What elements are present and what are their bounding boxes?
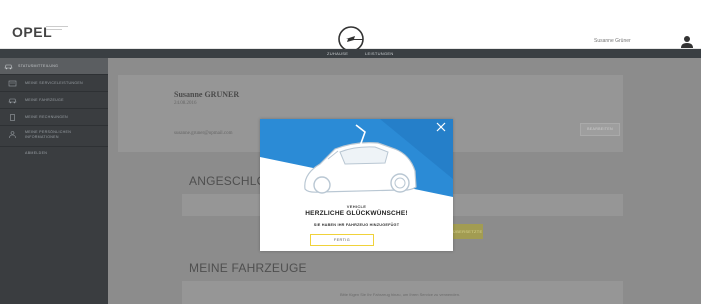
sidebar-item-services[interactable]: MEINE SERVICELEISTUNGEN	[0, 75, 108, 92]
nav-home[interactable]: ZUHAUSE	[327, 51, 348, 56]
sidebar-item-logout[interactable]: ABMELDEN	[0, 147, 108, 164]
modal-title: HERZLICHE GLÜCKWÜNSCHE!	[305, 210, 408, 217]
profile-email: susanne.gruner@opmail.com	[174, 131, 233, 136]
sidebar-title: STATUSMITTEILUNG	[18, 64, 59, 68]
car-icon	[8, 98, 17, 104]
user-icon[interactable]	[680, 35, 694, 49]
sidebar-item-label: MEINE RECHNUNGEN	[25, 115, 68, 119]
sidebar: STATUSMITTEILUNG MEINE SERVICELEISTUNGEN…	[0, 58, 108, 304]
sidebar-item-label: MEINE SERVICELEISTUNGEN	[25, 81, 83, 85]
logo-subtext-mark	[46, 25, 76, 30]
sidebar-item-label: MEINE PERSÖNLICHEN INFORMATIONEN	[25, 130, 72, 139]
logout-label: ABMELDEN	[25, 151, 48, 155]
edit-profile-button[interactable]: BEARBEITEN	[580, 123, 620, 136]
vehicles-section-title: MEINE FAHRZEUGE	[189, 261, 307, 275]
modal-kicker: VEHICLE	[346, 204, 367, 209]
site-header: OPEL Susanne Grüner	[0, 11, 701, 52]
main-nav: ZUHAUSE LEISTUNGEN	[0, 49, 701, 58]
person-icon	[9, 131, 16, 138]
done-button[interactable]: FERTIG	[310, 234, 374, 246]
sidebar-status-header[interactable]: STATUSMITTEILUNG	[0, 58, 108, 75]
close-icon[interactable]	[435, 121, 447, 133]
modal-subtitle: SIE HABEN IHR FAHRZEUG HINZUGEFÜGT	[313, 223, 400, 227]
nav-services[interactable]: LEISTUNGEN	[365, 51, 394, 56]
profile-name: Susanne GRUNER	[174, 90, 240, 99]
sidebar-item-invoices[interactable]: MEINE RECHNUNGEN	[0, 109, 108, 126]
profile-date: 24.08.2016	[174, 101, 197, 106]
car-illustration	[260, 119, 453, 197]
service-icon	[8, 80, 17, 87]
car-icon	[4, 64, 13, 70]
sidebar-item-vehicles[interactable]: MEINE FAHRZEUGE	[0, 92, 108, 109]
user-name[interactable]: Susanne Grüner	[594, 38, 631, 44]
document-icon	[10, 114, 15, 121]
sidebar-item-personal-info[interactable]: MEINE PERSÖNLICHEN INFORMATIONEN	[0, 126, 108, 147]
top-strip	[0, 0, 701, 11]
vehicle-added-modal: VEHICLE HERZLICHE GLÜCKWÜNSCHE! SIE HABE…	[260, 119, 453, 251]
sidebar-item-label: MEINE FAHRZEUGE	[25, 98, 64, 102]
vehicles-empty-message: Bitte fügen Sie Ihr Fahrzeug hinzu, um I…	[340, 292, 461, 297]
